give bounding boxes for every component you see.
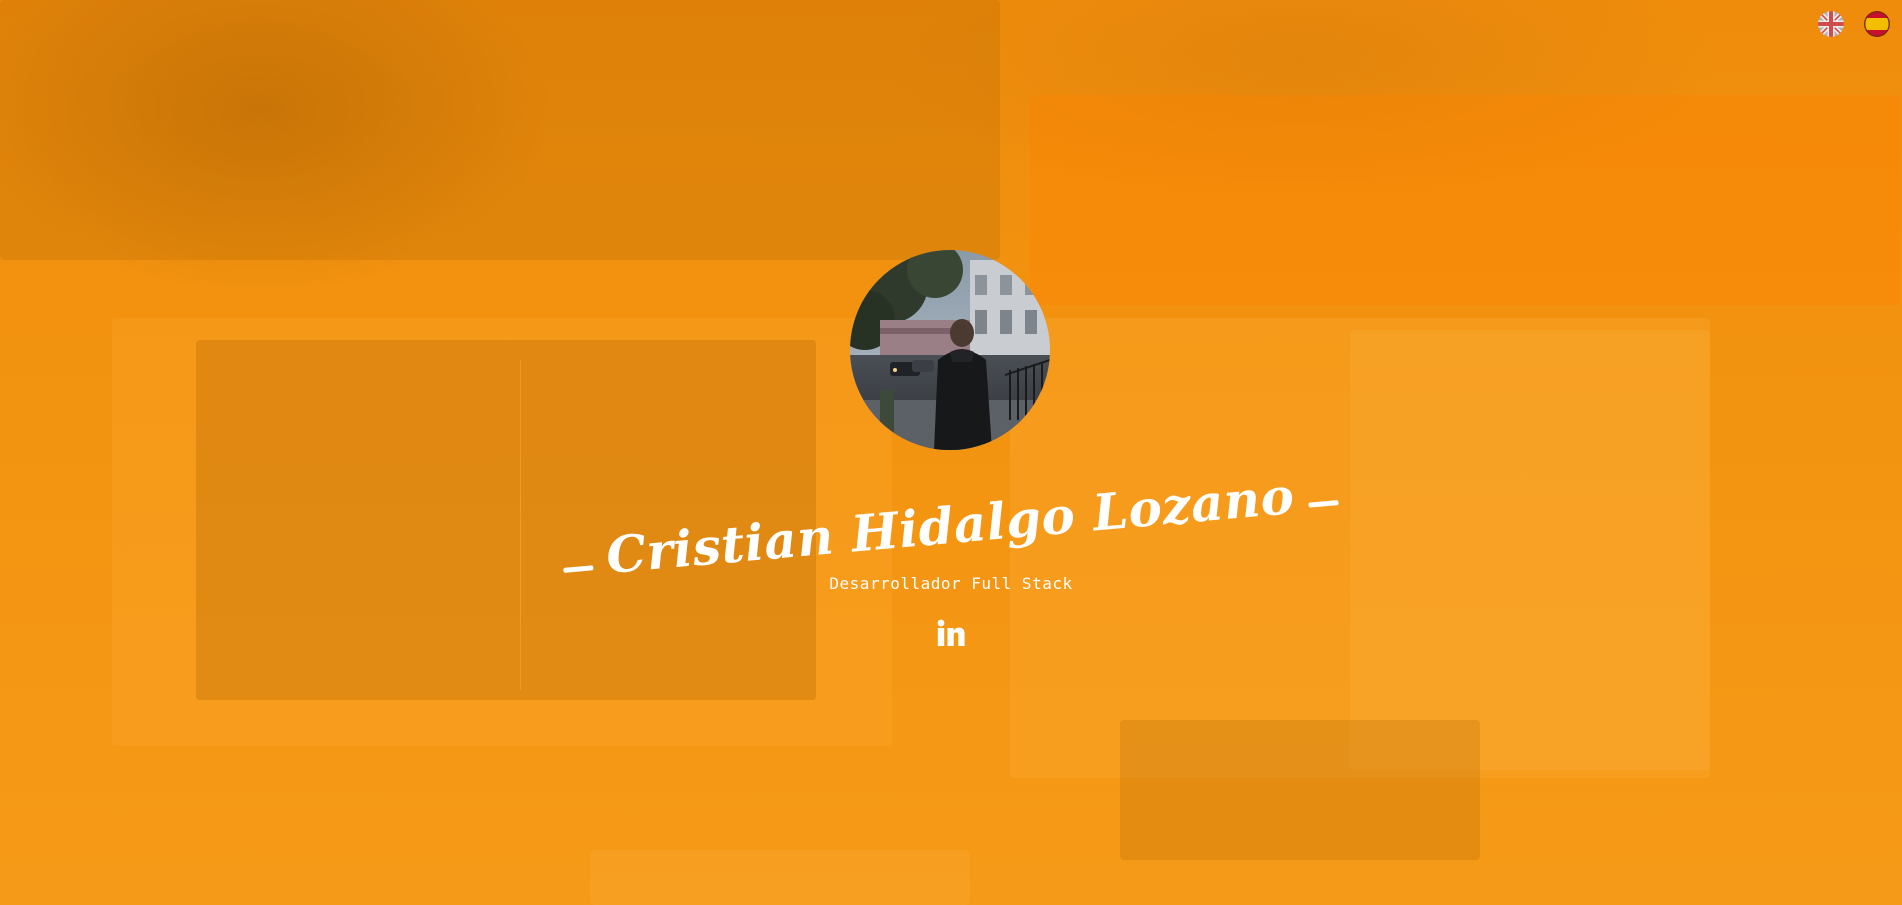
name-heading-wrapper: Cristian Hidalgo Lozano: [563, 466, 1339, 584]
name-text: Cristian Hidalgo Lozano: [603, 465, 1297, 585]
linkedin-icon[interactable]: [934, 617, 966, 649]
hero-section: Cristian Hidalgo Lozano Desarrollador Fu…: [0, 0, 1902, 905]
job-title: Desarrollador Full Stack: [829, 574, 1073, 593]
dash-decoration-left: [563, 564, 594, 572]
profile-photo: [850, 250, 1050, 450]
dash-decoration-right: [1308, 499, 1339, 507]
name-heading: Cristian Hidalgo Lozano: [546, 460, 1354, 589]
